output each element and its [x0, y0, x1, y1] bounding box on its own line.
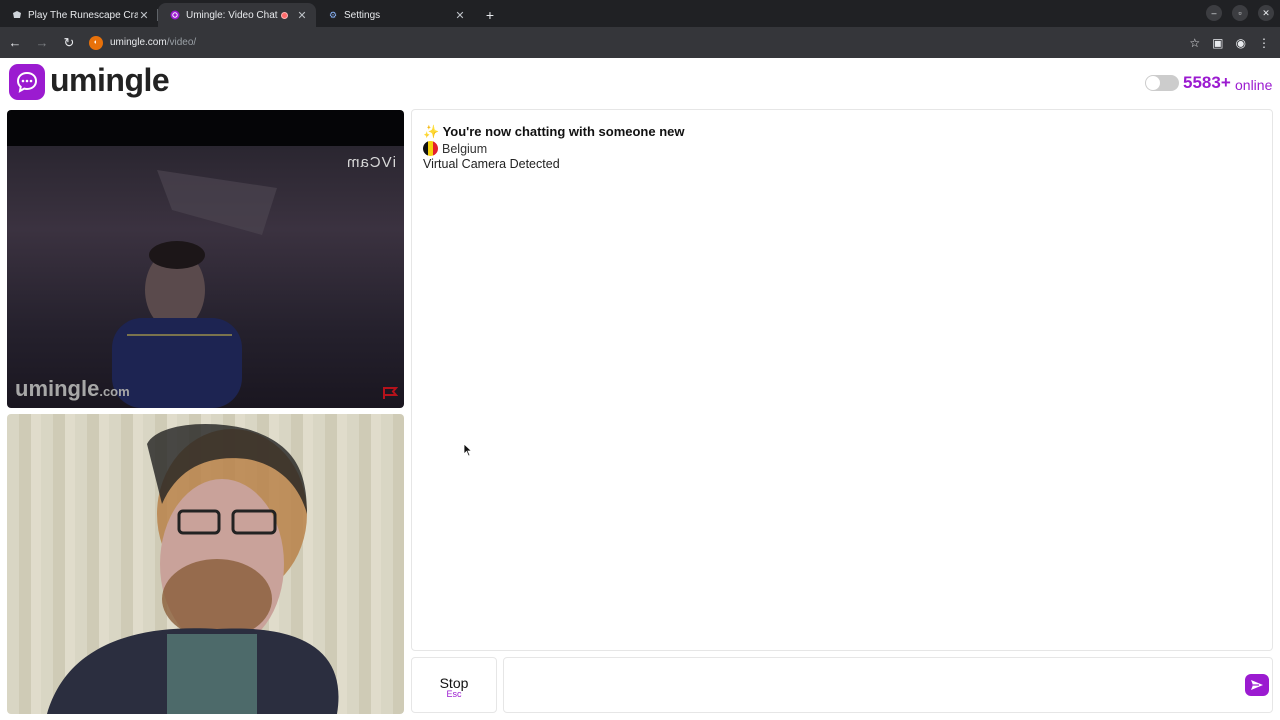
maximize-icon[interactable]: ▫ — [1232, 5, 1248, 21]
online-label: online — [1235, 77, 1273, 93]
system-message-new-chat: ✨ You're now chatting with someone new — [423, 124, 685, 139]
tab-runescape[interactable]: Play The Runescape Cra ✕ — [0, 3, 158, 27]
site-info-icon[interactable]: ◐ — [89, 35, 103, 50]
runescape-icon — [12, 10, 22, 20]
bookmark-star-icon[interactable]: ☆ — [1189, 36, 1200, 50]
umingle-icon — [170, 10, 180, 20]
chat-bubble-logo-icon[interactable] — [9, 64, 45, 100]
close-window-icon[interactable]: ✕ — [1258, 5, 1274, 21]
reload-icon[interactable]: ↻ — [57, 31, 81, 55]
theme-toggle[interactable] — [1145, 75, 1179, 91]
browser-toolbar: ← → ↻ ◐ umingle.com/video/ ☆ ▣ ◉ ⋮ — [0, 27, 1280, 58]
url-domain: umingle.com — [110, 37, 167, 48]
chat-message-input[interactable] — [503, 657, 1273, 713]
back-icon[interactable]: ← — [3, 31, 27, 55]
tab-close-icon[interactable]: ✕ — [138, 9, 150, 22]
tab-title: Umingle: Video Chat — [186, 9, 278, 21]
local-video — [7, 414, 404, 714]
minimize-icon[interactable]: – — [1206, 5, 1222, 21]
stop-button[interactable]: Stop Esc — [411, 657, 497, 713]
site-header: umingle 5583+ online — [0, 58, 1280, 108]
window-controls: – ▫ ✕ — [1206, 5, 1274, 21]
online-count: 5583+ — [1183, 73, 1231, 92]
stop-shortcut-hint: Esc — [446, 689, 462, 699]
system-message-virtual-camera: Virtual Camera Detected — [423, 157, 560, 171]
local-video-frame — [47, 424, 339, 714]
remote-video-frame — [112, 170, 277, 408]
ivcam-overlay-text: iVCam — [345, 154, 396, 171]
tab-close-icon[interactable]: ✕ — [454, 9, 466, 22]
tab-title: Settings — [344, 9, 381, 21]
remote-video: iVCam umingle.com — [7, 110, 404, 408]
site-logo-text[interactable]: umingle — [50, 62, 170, 99]
side-panel-icon[interactable]: ▣ — [1212, 36, 1223, 50]
tab-settings[interactable]: ⚙ Settings ✕ — [316, 3, 474, 27]
tab-title: Play The Runescape Cra — [28, 9, 138, 21]
new-tab-button[interactable]: + — [480, 3, 500, 27]
country-name: Belgium — [442, 141, 488, 156]
tab-close-icon[interactable]: ✕ — [296, 9, 308, 22]
gear-icon: ⚙ — [328, 9, 338, 20]
address-bar[interactable]: ◐ umingle.com/video/ — [89, 31, 1189, 55]
url-path: /video/ — [166, 37, 197, 48]
mouse-cursor-icon — [463, 443, 473, 457]
browser-tab-bar: Play The Runescape Cra ✕ Umingle: Video … — [0, 0, 1280, 27]
forward-icon[interactable]: → — [30, 31, 54, 55]
stranger-country: Belgium — [423, 141, 487, 156]
tab-umingle[interactable]: Umingle: Video Chat ✕ — [158, 3, 316, 27]
send-icon[interactable] — [1245, 674, 1269, 696]
umingle-watermark: umingle.com — [15, 376, 130, 401]
belgium-flag-icon — [423, 141, 438, 156]
menu-kebab-icon[interactable]: ⋮ — [1258, 36, 1270, 50]
report-flag-icon[interactable] — [382, 386, 399, 400]
chat-log: ✨ You're now chatting with someone new B… — [411, 109, 1273, 651]
recording-indicator-icon — [281, 11, 288, 19]
profile-icon[interactable]: ◉ — [1236, 36, 1246, 50]
